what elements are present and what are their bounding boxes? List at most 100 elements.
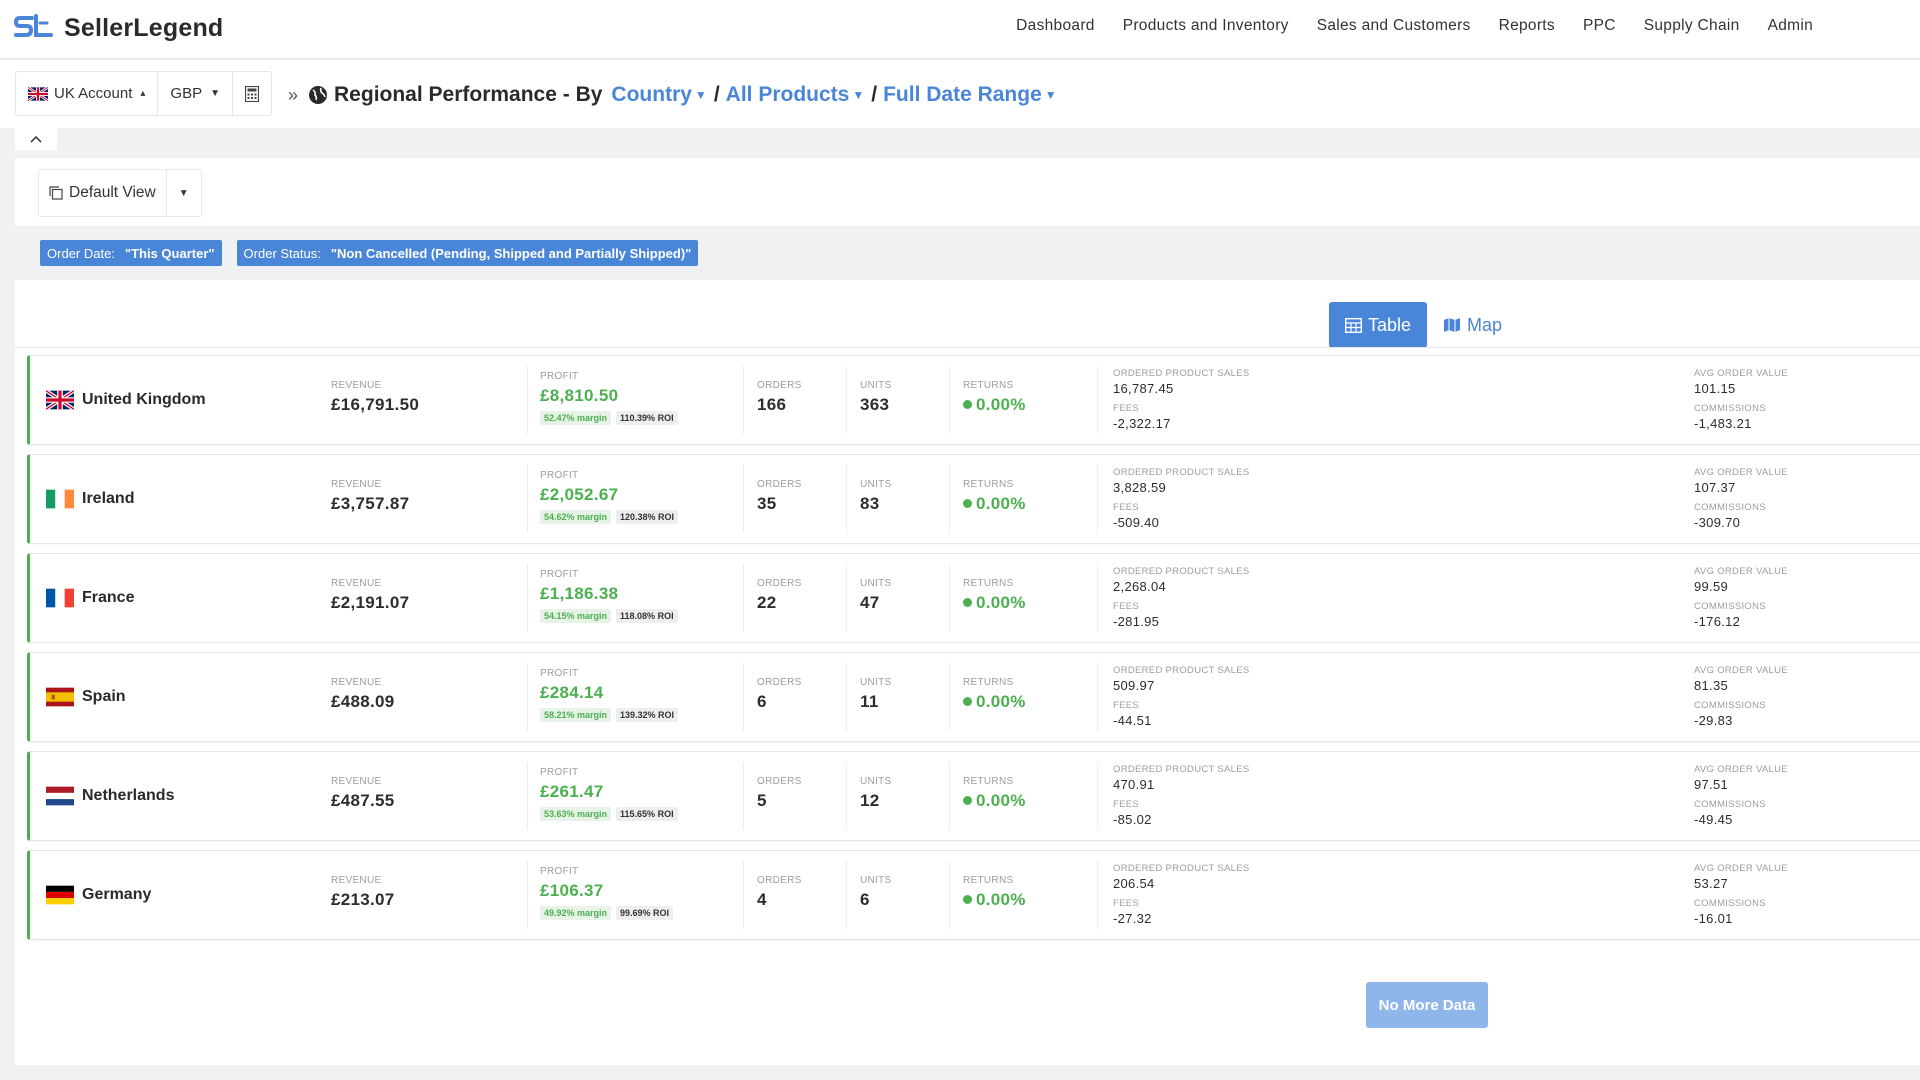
regional-performance-panel: Table Map United Kingdom REVENUE £16,791… [15, 280, 1920, 1065]
country-cell: France [46, 554, 134, 642]
profit-metrics: 49.92% margin 99.69% ROI [540, 906, 674, 920]
aov-commissions-cell: AVG ORDER VALUE 81.35 COMMISSIONS -29.83 [1694, 653, 1788, 741]
brand[interactable]: SellerLegend [14, 10, 223, 46]
currency-label: GBP [170, 85, 203, 102]
divider [527, 465, 528, 533]
returns-value: 0.00% [963, 593, 1026, 613]
filter-order-status[interactable]: Order Status: "Non Cancelled (Pending, S… [236, 240, 699, 266]
status-dot-icon [963, 598, 972, 607]
revenue-cell: REVENUE £16,791.50 [331, 356, 419, 444]
nav-admin[interactable]: Admin [1768, 17, 1813, 35]
returns-value: 0.00% [963, 890, 1026, 910]
orders-label: ORDERS [757, 776, 802, 787]
avg-order-value: 101.15 [1694, 381, 1736, 396]
avg-order-value: 81.35 [1694, 678, 1729, 693]
nav-reports[interactable]: Reports [1499, 17, 1555, 35]
divider [1097, 663, 1098, 731]
divider [949, 861, 950, 929]
avg-order-value: 99.59 [1694, 579, 1729, 594]
currency-selector[interactable]: GBP ▼ [158, 72, 234, 115]
margin-badge: 54.62% margin [540, 510, 612, 524]
country-cell: Germany [46, 851, 151, 939]
sales-fees-cell: ORDERED PRODUCT SALES 509.97 FEES -44.51 [1113, 653, 1250, 741]
sales-fees-cell: ORDERED PRODUCT SALES 2,268.04 FEES -281… [1113, 554, 1250, 642]
returns-cell: RETURNS 0.00% [963, 752, 1026, 840]
country-row[interactable]: Ireland REVENUE £3,757.87 PROFIT £2,052.… [27, 454, 1920, 544]
nav-ppc[interactable]: PPC [1583, 17, 1616, 35]
no-more-data-button[interactable]: No More Data [1366, 982, 1488, 1028]
country-row[interactable]: Spain REVENUE £488.09 PROFIT £284.14 58.… [27, 652, 1920, 742]
orders-value: 35 [757, 494, 777, 513]
fees-value: -27.32 [1113, 911, 1152, 926]
top-navbar: SellerLegend Dashboard Products and Inve… [0, 0, 1920, 59]
nav-dashboard[interactable]: Dashboard [1016, 17, 1095, 35]
status-dot-icon [963, 796, 972, 805]
profit-label: PROFIT [540, 668, 579, 679]
filter-value: "This Quarter" [124, 245, 215, 261]
default-view-button[interactable]: Default View [39, 170, 166, 216]
page-title: Regional Performance - By [334, 83, 603, 106]
view-selector: Default View ▼ [38, 169, 202, 217]
country-row[interactable]: United Kingdom REVENUE £16,791.50 PROFIT… [27, 355, 1920, 445]
units-cell: UNITS 11 [860, 653, 892, 741]
orders-label: ORDERS [757, 578, 802, 589]
orders-label: ORDERS [757, 479, 802, 490]
date-range-dropdown[interactable]: Full Date Range [883, 83, 1042, 107]
avg-order-value: 53.27 [1694, 876, 1729, 891]
divider [846, 663, 847, 731]
map-view-button[interactable]: Map [1427, 302, 1518, 348]
units-cell: UNITS 6 [860, 851, 892, 939]
commissions-value: -29.83 [1694, 713, 1733, 728]
fr-flag-icon [46, 588, 74, 608]
fees-value: -281.95 [1113, 614, 1160, 629]
roi-badge: 99.69% ROI [616, 906, 674, 920]
nav-products-and-inventory[interactable]: Products and Inventory [1123, 17, 1289, 35]
table-icon [1345, 317, 1362, 333]
ordered-product-sales-label: ORDERED PRODUCT SALES [1113, 467, 1250, 478]
account-selector[interactable]: UK Account ▴ [16, 72, 159, 115]
orders-label: ORDERS [757, 875, 802, 886]
collapse-toggle[interactable] [15, 128, 57, 150]
units-cell: UNITS 83 [860, 455, 892, 543]
revenue-label: REVENUE [331, 479, 382, 490]
fees-value: -85.02 [1113, 812, 1152, 827]
main-nav: Dashboard Products and Inventory Sales a… [1016, 0, 1920, 52]
returns-label: RETURNS [963, 578, 1014, 589]
profit-label: PROFIT [540, 569, 579, 580]
nav-supply-chain[interactable]: Supply Chain [1644, 17, 1740, 35]
divider [1097, 762, 1098, 830]
nav-sales-and-customers[interactable]: Sales and Customers [1317, 17, 1471, 35]
table-view-button[interactable]: Table [1329, 302, 1428, 348]
fees-label: FEES [1113, 601, 1140, 612]
returns-rate: 0.00% [976, 395, 1026, 414]
orders-cell: ORDERS 5 [757, 752, 802, 840]
revenue-label: REVENUE [331, 776, 382, 787]
units-cell: UNITS 363 [860, 356, 892, 444]
breadcrumb-separator: » [288, 84, 299, 105]
profit-cell: PROFIT £2,052.67 54.62% margin 120.38% R… [540, 455, 679, 543]
orders-cell: ORDERS 35 [757, 455, 802, 543]
products-dropdown[interactable]: All Products [726, 83, 850, 107]
country-cell: Ireland [46, 455, 134, 543]
units-label: UNITS [860, 875, 892, 886]
group-by-dropdown[interactable]: Country [611, 83, 692, 107]
roi-badge: 118.08% ROI [616, 609, 678, 623]
country-row[interactable]: France REVENUE £2,191.07 PROFIT £1,186.3… [27, 553, 1920, 643]
country-row[interactable]: Netherlands REVENUE £487.55 PROFIT £261.… [27, 751, 1920, 841]
ordered-product-sales-value: 470.91 [1113, 777, 1155, 792]
divider [949, 663, 950, 731]
divider [743, 465, 744, 533]
account-label: UK Account [54, 85, 133, 102]
country-cell: Netherlands [46, 752, 174, 840]
globe-icon [309, 86, 328, 104]
divider [743, 861, 744, 929]
view-dropdown-toggle[interactable]: ▼ [165, 170, 201, 216]
uk-flag-icon [44, 389, 76, 411]
calculator-button[interactable] [233, 72, 271, 115]
avg-order-value-label: AVG ORDER VALUE [1694, 368, 1788, 379]
filter-order-date[interactable]: Order Date: "This Quarter" [40, 240, 222, 266]
revenue-value: £487.55 [331, 791, 395, 810]
country-row[interactable]: Germany REVENUE £213.07 PROFIT £106.37 4… [27, 850, 1920, 940]
fees-label: FEES [1113, 403, 1140, 414]
divider [949, 465, 950, 533]
